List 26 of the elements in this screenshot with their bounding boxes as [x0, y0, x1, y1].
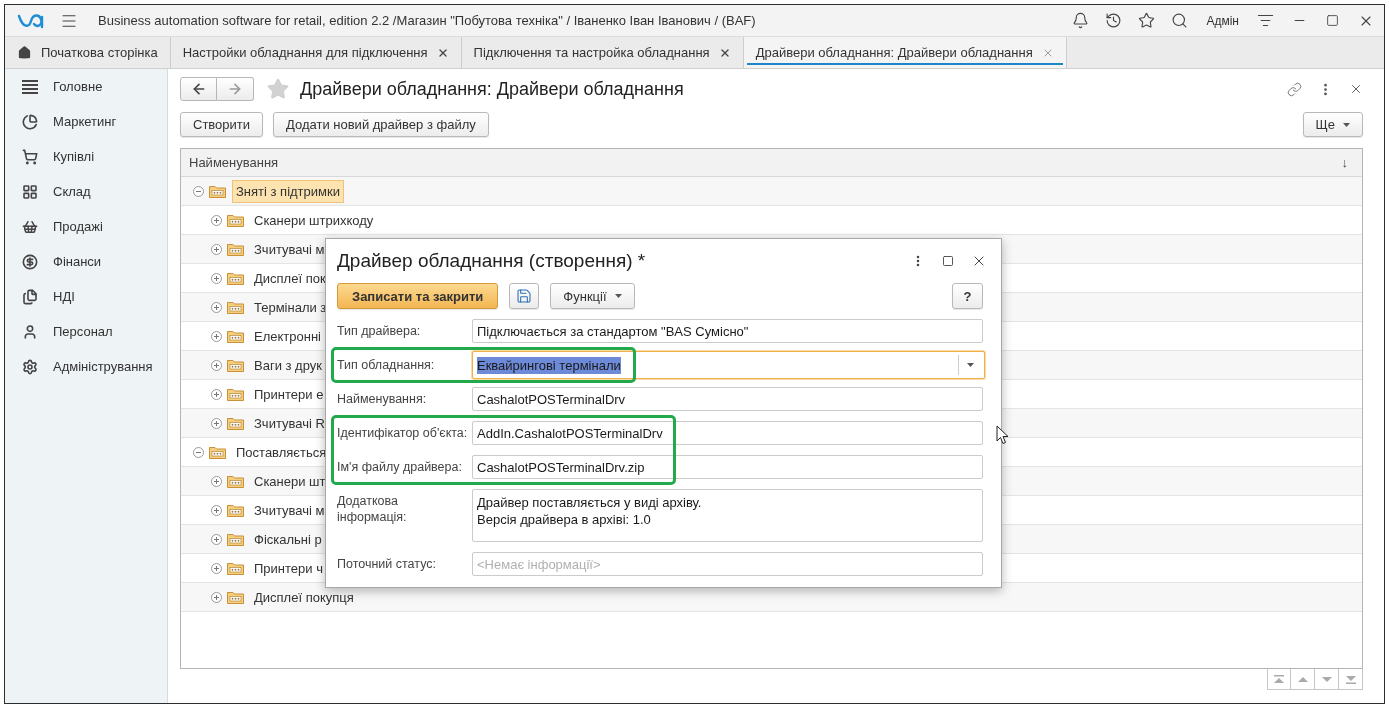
row-label: Ваги з друк: [253, 356, 323, 375]
row-label: Поставляється: [235, 443, 328, 462]
field-label: Додаткова інформація:: [337, 493, 408, 525]
row-label: Електронні: [253, 327, 322, 346]
row-label: Принтери ч: [253, 559, 324, 578]
row-label: Зчитувачі м: [253, 501, 326, 520]
field-label: Найменування:: [337, 391, 428, 407]
row-label: Зняті з підтримки: [232, 179, 344, 203]
field-label: Ідентифікатор об'єкта:: [337, 425, 469, 441]
row-label: Сканери штрихкоду: [253, 211, 375, 230]
row-label: Дисплеї покупця: [253, 588, 355, 607]
sort-indicator: ↓: [1341, 155, 1348, 170]
field-label: Поточний статус:: [337, 556, 437, 572]
field-label: Тип драйвера:: [337, 323, 422, 339]
row-label: Принтери е: [253, 385, 325, 404]
field-value: Еквайрингові термінали: [477, 356, 621, 374]
dialog-title: Драйвер обладнання (створення) *: [337, 250, 646, 272]
row-label: Дисплеї пок: [253, 269, 327, 288]
row-label: Сканери шт: [253, 472, 327, 491]
field-label: Ім'я файлу драйвера:: [337, 459, 463, 475]
row-label: Зчитувачі R: [253, 414, 326, 433]
page-title: Драйвери обладнання: Драйвери обладнання: [300, 78, 684, 100]
field-label: Тип обладнання:: [337, 357, 436, 373]
row-label: Фіскальні р: [253, 530, 323, 549]
window-title: Business automation software for retail, edition 2.2 /Магазин "Побутова техніка" / Іваненко Іван Іванович / (BAF): [98, 13, 756, 28]
row-label: Зчитувачі м: [253, 240, 326, 259]
